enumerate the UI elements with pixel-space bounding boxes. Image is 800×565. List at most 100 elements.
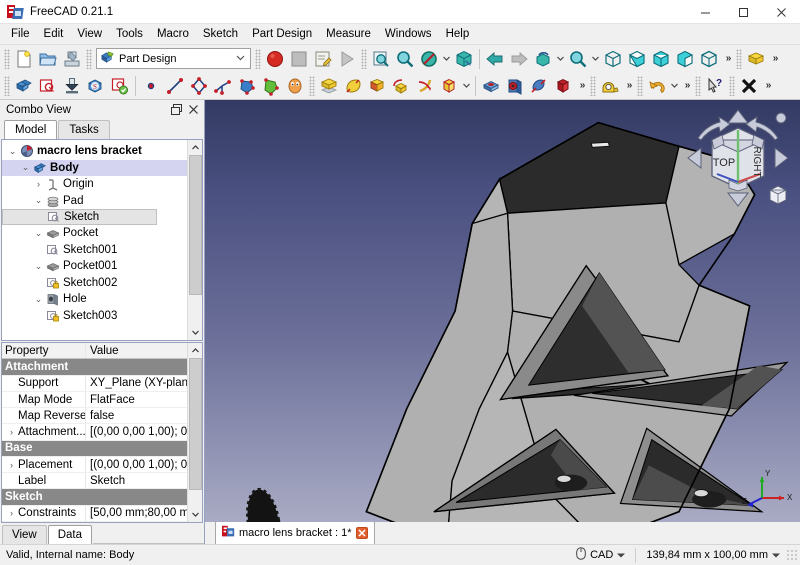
resize-grip[interactable] (786, 549, 798, 561)
scroll-up-icon[interactable] (187, 343, 202, 359)
tab-model[interactable]: Model (4, 120, 58, 140)
scroll-down-icon[interactable] (187, 325, 202, 341)
property-scroll-thumb[interactable] (188, 358, 202, 491)
front-view-button[interactable] (625, 47, 649, 71)
tree-item-sketch003[interactable]: Sketch003 (2, 308, 187, 325)
tree-item-origin[interactable]: › Origin (2, 176, 187, 193)
create-point-button[interactable] (139, 74, 163, 98)
top-view-button[interactable] (649, 47, 673, 71)
scroll-up-icon[interactable] (187, 140, 202, 156)
toolbar-grip[interactable] (736, 48, 742, 69)
toolbar-grip[interactable] (255, 48, 261, 69)
std-view-fit-selection-button[interactable] (369, 47, 393, 71)
tree-item-pad[interactable]: ⌄ Pad (2, 193, 187, 210)
toolbar-grip[interactable] (4, 48, 10, 69)
toolbar-grip[interactable] (590, 75, 596, 96)
property-row-attachment-offset[interactable]: ›Attachment... [(0,00 0,00 1,00); 0,... (2, 424, 187, 441)
tree-scroll-track[interactable] (187, 155, 202, 326)
tree-item-pocket[interactable]: ⌄ Pocket (2, 225, 187, 242)
pad-button[interactable] (317, 74, 341, 98)
close-icon[interactable] (186, 103, 200, 117)
menu-help[interactable]: Help (439, 26, 477, 42)
chevron-down-icon[interactable] (236, 53, 245, 64)
tree-expander[interactable]: › (32, 179, 45, 189)
toolbar-overflow-button[interactable]: » (575, 75, 588, 97)
forward-button[interactable] (507, 47, 531, 71)
float-panel-icon[interactable] (169, 103, 183, 117)
right-view-button[interactable] (673, 47, 697, 71)
property-row-label[interactable]: Label Sketch (2, 473, 187, 490)
property-value[interactable]: false (86, 408, 187, 423)
std-view-fit-all-button[interactable] (393, 47, 417, 71)
tree-expander[interactable]: ⌄ (32, 261, 45, 272)
menu-view[interactable]: View (70, 26, 109, 42)
toolbar-grip[interactable] (695, 75, 701, 96)
property-scrollbar[interactable] (187, 343, 202, 522)
std-view-rotate-button[interactable] (531, 47, 555, 71)
open-document-button[interactable] (36, 47, 60, 71)
menu-measure[interactable]: Measure (319, 26, 378, 42)
tree-expander[interactable]: ⌄ (19, 162, 32, 173)
create-body-button[interactable] (12, 74, 36, 98)
subtractive-primitive-button[interactable] (551, 74, 575, 98)
toolbar-grip[interactable] (729, 75, 735, 96)
menu-sketch[interactable]: Sketch (196, 26, 245, 42)
hole-button[interactable] (503, 74, 527, 98)
menu-file[interactable]: File (4, 26, 37, 42)
tree-item-sketch[interactable]: Sketch (2, 209, 157, 226)
revolution-button[interactable] (341, 74, 365, 98)
create-line-button[interactable] (163, 74, 187, 98)
groove-button[interactable] (527, 74, 551, 98)
toolbar-grip[interactable] (4, 75, 10, 96)
chevron-down-icon[interactable] (617, 549, 626, 561)
row-expander[interactable]: › (5, 508, 18, 518)
part-primitives-button[interactable] (744, 47, 768, 71)
create-subshape-binder-button[interactable] (283, 74, 307, 98)
create-sketch-button[interactable] (36, 74, 60, 98)
menu-part-design[interactable]: Part Design (245, 26, 319, 42)
property-group-attachment[interactable]: Attachment (2, 359, 187, 376)
tree-scrollbar[interactable] (187, 140, 202, 341)
property-value[interactable]: [(0,00 0,00 1,00); 0,... (86, 424, 187, 439)
chevron-down-icon[interactable] (555, 48, 566, 70)
property-value[interactable]: XY_Plane (XY-plane) (86, 376, 187, 391)
tree-item-sketch002[interactable]: Sketch002 (2, 275, 187, 292)
chevron-down-icon[interactable] (590, 48, 601, 70)
tree-expander[interactable]: ⌄ (6, 146, 19, 157)
document-tab[interactable]: macro lens bracket : 1* (215, 521, 375, 544)
property-value[interactable]: [50,00 mm;80,00 m... (86, 506, 187, 521)
tree-item-document[interactable]: ⌄ macro lens bracket (2, 143, 187, 160)
std-view-isometric-button[interactable] (452, 47, 476, 71)
menu-windows[interactable]: Windows (378, 26, 439, 42)
edit-sketch-button[interactable] (108, 74, 132, 98)
tree-item-body[interactable]: ⌄ Body (2, 159, 187, 177)
tree-expander[interactable]: ⌄ (32, 294, 45, 305)
property-group-sketch[interactable]: Sketch (2, 489, 187, 506)
create-shape-binder-button[interactable] (259, 74, 283, 98)
toolbar-overflow-button[interactable]: » (622, 75, 635, 97)
tree-scroll-thumb[interactable] (188, 155, 202, 296)
property-row-support[interactable]: Support XY_Plane (XY-plane) (2, 375, 187, 392)
axonometric-view-button[interactable] (601, 47, 625, 71)
close-window-button[interactable] (762, 0, 800, 24)
undo-button[interactable] (645, 74, 669, 98)
additive-primitive-button[interactable] (437, 74, 461, 98)
additive-helix-button[interactable] (413, 74, 437, 98)
tree-item-pocket001[interactable]: ⌄ Pocket001 (2, 258, 187, 275)
maximize-button[interactable] (724, 0, 762, 24)
chevron-down-icon[interactable] (441, 48, 452, 70)
additive-pipe-button[interactable] (389, 74, 413, 98)
property-scroll-track[interactable] (187, 358, 202, 507)
tab-tasks[interactable]: Tasks (58, 120, 110, 140)
create-polyline-button[interactable] (187, 74, 211, 98)
rear-view-button[interactable] (697, 47, 721, 71)
back-button[interactable] (483, 47, 507, 71)
row-expander[interactable]: › (5, 460, 18, 470)
menu-macro[interactable]: Macro (150, 26, 196, 42)
macro-stop-button[interactable] (287, 47, 311, 71)
toolbar-overflow-button[interactable]: » (768, 48, 781, 70)
save-document-button[interactable] (60, 47, 84, 71)
draw-style-button[interactable] (417, 47, 441, 71)
property-row-map-reversed[interactable]: Map Reversed false (2, 408, 187, 425)
scroll-down-icon[interactable] (187, 506, 202, 522)
